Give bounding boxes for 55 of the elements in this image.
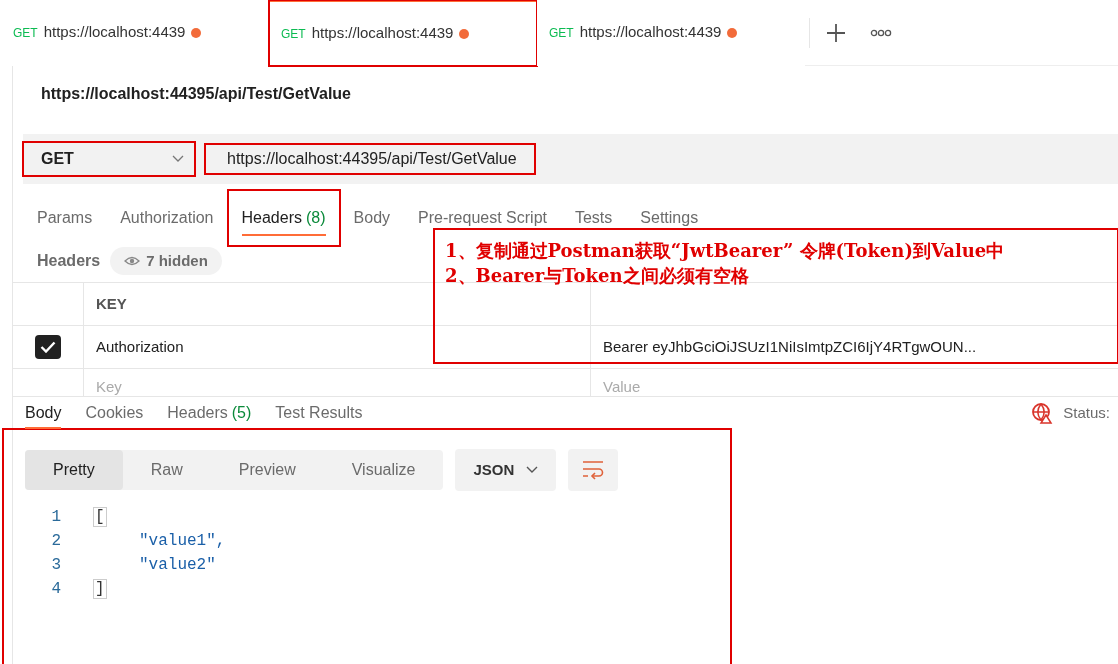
request-title: https://localhost:44395/api/Test/GetValue <box>41 84 351 104</box>
status-label: Status: <box>1063 402 1110 423</box>
view-mode-button[interactable]: Preview <box>210 450 324 490</box>
method-label: GET <box>549 24 574 42</box>
url-field[interactable]: https://localhost:44395/api/Test/GetValue <box>205 144 535 174</box>
request-section-tab[interactable]: Headers (8) <box>227 190 340 246</box>
tab-url: https://localhost:4439 <box>579 22 722 43</box>
line-number: 3 <box>50 555 61 576</box>
annotation-text: 2、Bearer与Token之间必须有空格 <box>445 264 750 288</box>
tab-url: https://localhost:4439 <box>311 23 454 44</box>
more-button[interactable] <box>870 28 892 37</box>
annotation-text: 1、复制通过Postman获取“JwtBearer” 令牌(Token)到Value中 <box>445 239 1006 263</box>
view-mode-button[interactable]: Raw <box>122 450 211 490</box>
response-tab[interactable]: Headers (5) <box>155 397 264 429</box>
checkbox[interactable] <box>35 335 61 359</box>
wrap-button[interactable] <box>568 449 619 491</box>
view-mode-button[interactable]: Pretty <box>25 450 123 490</box>
key-field[interactable]: Key <box>96 375 296 396</box>
view-mode-button[interactable]: Visualize <box>323 450 444 490</box>
globe-warning-icon <box>1031 402 1054 424</box>
request-section-tab[interactable]: Authorization <box>106 190 228 246</box>
response-tab[interactable]: Body <box>13 397 74 429</box>
eye-icon <box>124 255 141 267</box>
new-tab-button[interactable] <box>826 22 846 43</box>
response-tab[interactable]: Test Results <box>263 397 375 429</box>
code-text: [ <box>93 507 107 527</box>
table-cell-text: Authorization <box>96 336 184 357</box>
table-cell-text: Bearer eyJhbGciOiJSUzI1NiIsImtpZCI6IjY4RTgwOUN... <box>603 336 977 357</box>
column-header: KEY <box>96 293 127 314</box>
method-label: GET <box>281 25 306 43</box>
check-icon <box>40 341 56 353</box>
request-tab[interactable]: GET https://localhost:4439 <box>1 0 269 66</box>
hidden-headers-toggle[interactable]: 7 hidden <box>110 246 222 276</box>
line-number: 1 <box>50 507 61 528</box>
chevron-down-icon <box>526 466 539 474</box>
plus-icon <box>826 22 846 43</box>
request-tab[interactable]: GET https://localhost:4439 <box>269 0 537 66</box>
format-select[interactable]: JSON <box>455 449 557 491</box>
code-text: "value1", <box>139 531 226 552</box>
value-field[interactable]: Value <box>603 375 803 396</box>
request-section-tab[interactable]: Params <box>23 190 107 246</box>
response-tab[interactable]: Cookies <box>73 397 156 429</box>
line-number: 2 <box>50 531 61 552</box>
chevron-down-icon <box>172 155 184 163</box>
section-label: Headers <box>37 251 101 271</box>
code-text: "value2" <box>139 555 216 576</box>
more-icon <box>870 28 892 37</box>
request-tab[interactable]: GET https://localhost:4439 <box>537 0 805 66</box>
method-label: GET <box>13 24 38 42</box>
method-select[interactable]: GET <box>23 142 195 176</box>
line-number: 4 <box>50 579 61 600</box>
tab-url: https://localhost:4439 <box>43 22 186 43</box>
wrap-icon <box>581 459 606 481</box>
request-section-tab[interactable]: Body <box>339 190 405 246</box>
code-text: ] <box>93 579 107 599</box>
